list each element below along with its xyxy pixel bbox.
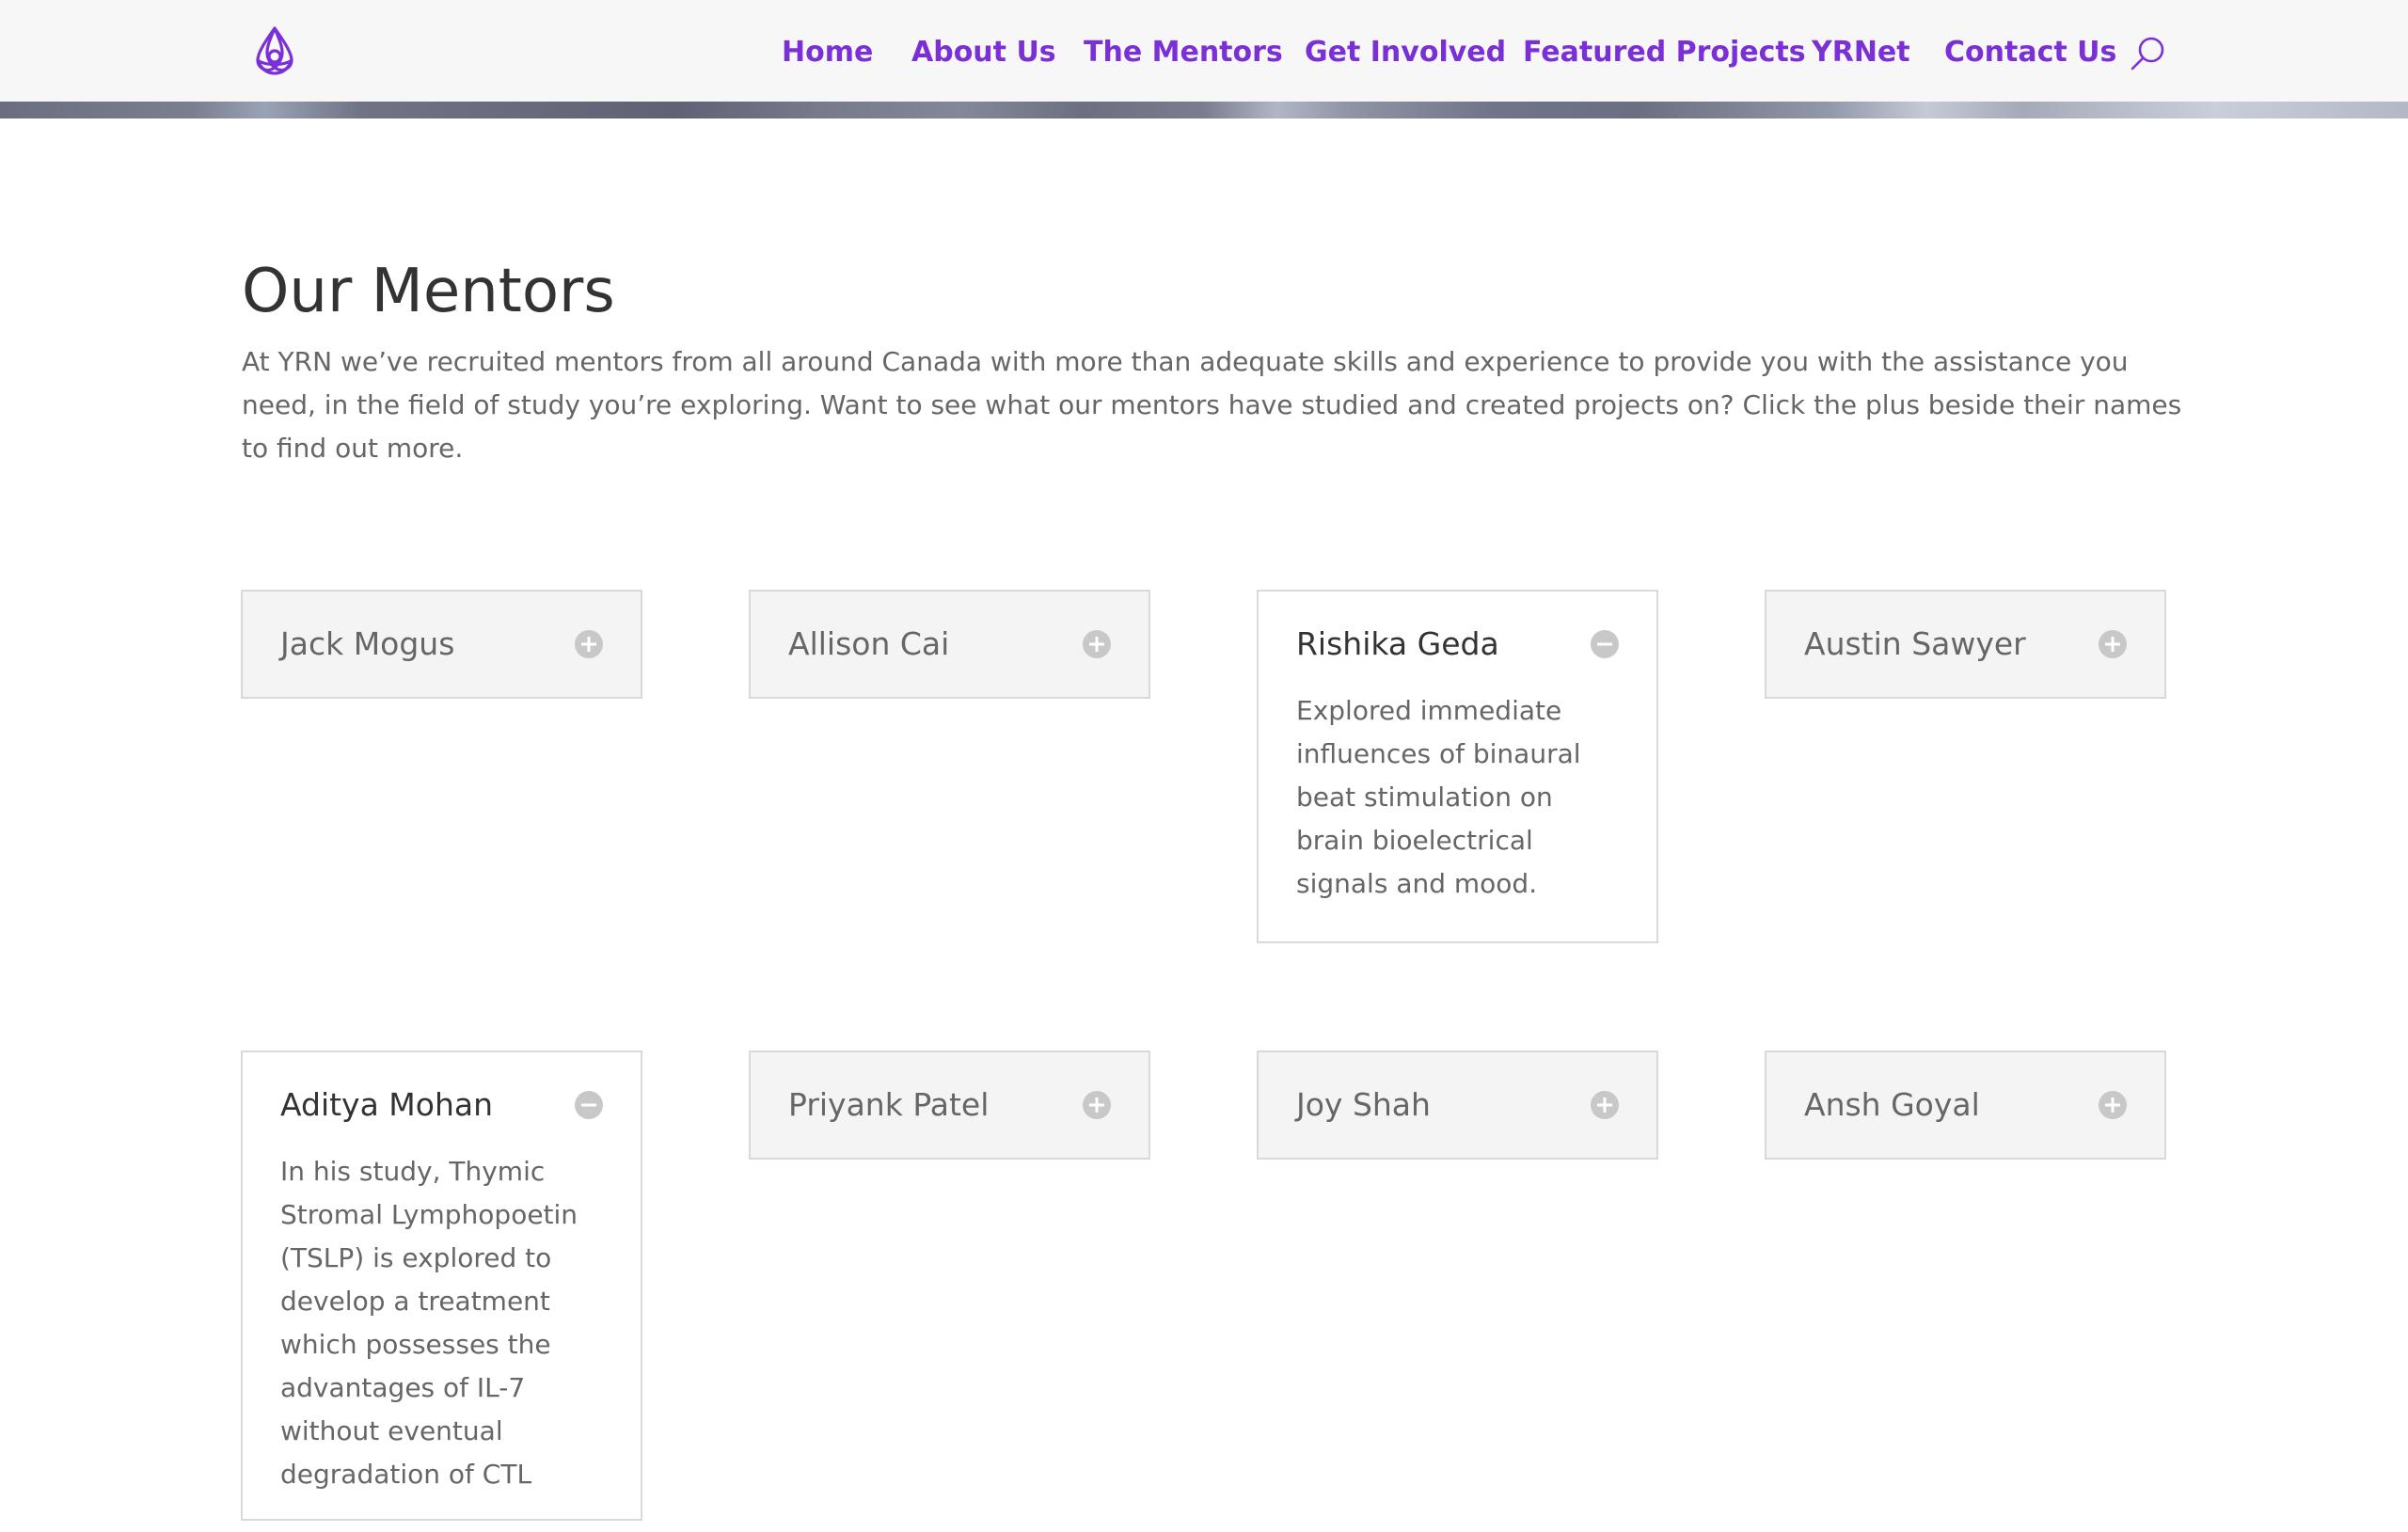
search-icon[interactable] bbox=[2128, 34, 2169, 75]
minus-circle-icon[interactable] bbox=[1591, 630, 1619, 658]
minus-circle-icon[interactable] bbox=[575, 1091, 603, 1119]
toggle-header[interactable]: Allison Cai bbox=[751, 592, 1149, 697]
toggle-header[interactable]: Priyank Patel bbox=[751, 1052, 1149, 1158]
plus-circle-icon[interactable] bbox=[1083, 1091, 1111, 1119]
mentor-toggle-jack-mogus[interactable]: Jack Mogus bbox=[241, 590, 642, 699]
mentor-name: Rishika Geda bbox=[1296, 625, 1499, 662]
mentor-name: Allison Cai bbox=[788, 625, 950, 662]
page-title: Our Mentors bbox=[242, 257, 615, 326]
mentor-toggle-ansh-goyal[interactable]: Ansh Goyal bbox=[1765, 1050, 2166, 1160]
mentor-toggle-joy-shah[interactable]: Joy Shah bbox=[1257, 1050, 1658, 1160]
nav-featured-projects[interactable]: Featured Projects bbox=[1523, 32, 1806, 73]
main-nav: Home About Us The Mentors Get Involved F… bbox=[0, 32, 2408, 73]
mentor-description: Explored immediate influences of binaura… bbox=[1296, 695, 1581, 899]
mentor-toggle-austin-sawyer[interactable]: Austin Sawyer bbox=[1765, 590, 2166, 699]
toggle-header[interactable]: Aditya Mohan bbox=[243, 1052, 641, 1158]
mentor-toggle-priyank-patel[interactable]: Priyank Patel bbox=[749, 1050, 1150, 1160]
plus-circle-icon[interactable] bbox=[1083, 630, 1111, 658]
toggle-header[interactable]: Ansh Goyal bbox=[1766, 1052, 2164, 1158]
mentor-name: Ansh Goyal bbox=[1804, 1086, 1980, 1123]
mentor-description: In his study, Thymic Stromal Lymphopoeti… bbox=[280, 1156, 578, 1490]
nav-get-involved[interactable]: Get Involved bbox=[1305, 32, 1506, 73]
plus-circle-icon[interactable] bbox=[2099, 630, 2127, 658]
toggle-header[interactable]: Rishika Geda bbox=[1259, 592, 1656, 697]
plus-circle-icon[interactable] bbox=[2099, 1091, 2127, 1119]
plus-circle-icon[interactable] bbox=[575, 630, 603, 658]
mentor-toggle-rishika-geda[interactable]: Rishika Geda Explored immediate influenc… bbox=[1257, 590, 1658, 943]
mentor-name: Joy Shah bbox=[1296, 1086, 1431, 1123]
mentor-name: Priyank Patel bbox=[788, 1086, 990, 1123]
toggle-header[interactable]: Jack Mogus bbox=[243, 592, 641, 697]
intro-text: At YRN we’ve recruited mentors from all … bbox=[242, 346, 2182, 464]
nav-contact-us[interactable]: Contact Us bbox=[1944, 32, 2116, 73]
nav-home[interactable]: Home bbox=[782, 32, 873, 73]
nav-the-mentors[interactable]: The Mentors bbox=[1084, 32, 1283, 73]
mentor-name: Aditya Mohan bbox=[280, 1086, 494, 1123]
header-banner-strip bbox=[0, 102, 2408, 118]
toggle-header[interactable]: Joy Shah bbox=[1259, 1052, 1656, 1158]
mentor-name: Jack Mogus bbox=[280, 625, 455, 662]
nav-yrnet[interactable]: YRNet bbox=[1812, 32, 1910, 73]
site-header: Home About Us The Mentors Get Involved F… bbox=[0, 0, 2408, 102]
plus-circle-icon[interactable] bbox=[1591, 1091, 1619, 1119]
mentor-toggle-aditya-mohan[interactable]: Aditya Mohan In his study, Thymic Stroma… bbox=[241, 1050, 642, 1521]
mentor-name: Austin Sawyer bbox=[1804, 625, 2026, 662]
nav-about-us[interactable]: About Us bbox=[911, 32, 1056, 73]
mentor-toggle-allison-cai[interactable]: Allison Cai bbox=[749, 590, 1150, 699]
toggle-header[interactable]: Austin Sawyer bbox=[1766, 592, 2164, 697]
